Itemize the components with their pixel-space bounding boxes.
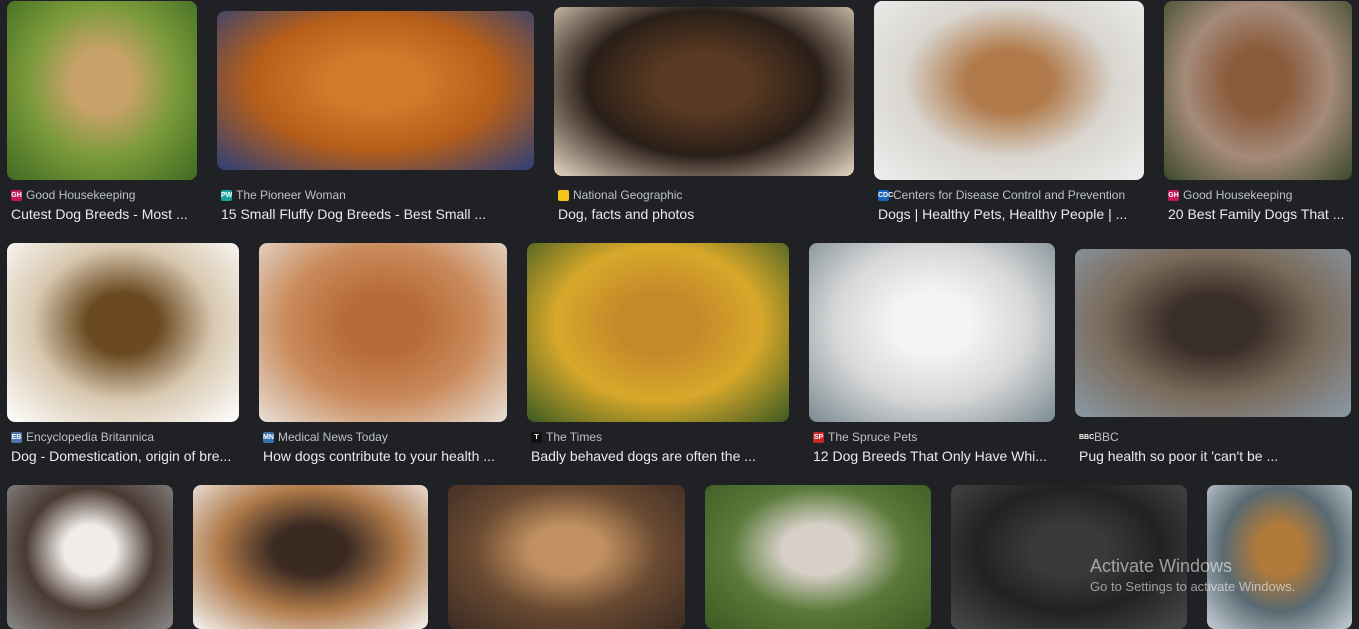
result-source-name: Good Housekeeping (26, 188, 136, 202)
result-source-name: The Pioneer Woman (236, 188, 346, 202)
result-thumbnail[interactable] (7, 485, 173, 629)
result-source[interactable]: BBC BBC (1079, 430, 1119, 444)
result-title-link[interactable]: 20 Best Family Dogs That ... (1168, 206, 1348, 222)
result-title-link[interactable]: Dog - Domestication, origin of bre... (11, 448, 235, 464)
result-title-link[interactable]: Badly behaved dogs are often the ... (531, 448, 785, 464)
site-favicon-icon: SP (813, 431, 824, 443)
result-title-link[interactable]: 15 Small Fluffy Dog Breeds - Best Small … (221, 206, 530, 222)
result-thumbnail[interactable] (259, 243, 507, 422)
result-source-name: Medical News Today (278, 430, 388, 444)
result-source[interactable]: CDC Centers for Disease Control and Preve… (878, 188, 1125, 202)
result-thumbnail[interactable] (527, 243, 789, 422)
result-source[interactable]: T The Times (531, 430, 602, 444)
watermark-subtitle: Go to Settings to activate Windows. (1090, 579, 1296, 594)
result-thumbnail[interactable] (554, 7, 854, 176)
result-title-link[interactable]: 12 Dog Breeds That Only Have Whi... (813, 448, 1051, 464)
result-thumbnail[interactable] (1075, 249, 1351, 417)
site-favicon-icon: GH (1168, 189, 1179, 201)
site-favicon-icon: BBC (1079, 431, 1095, 443)
result-source-name: The Times (546, 430, 603, 444)
result-thumbnail[interactable] (874, 1, 1144, 180)
result-source[interactable]: MN Medical News Today (263, 430, 388, 444)
site-favicon-icon: MN (263, 431, 274, 443)
result-thumbnail[interactable] (809, 243, 1055, 422)
site-favicon-icon: PW (221, 189, 233, 201)
site-favicon-icon: EB (11, 431, 22, 443)
result-source-name: Encyclopedia Britannica (26, 430, 155, 444)
result-source[interactable]: GH Good Housekeeping (11, 188, 135, 202)
result-source[interactable]: EB Encyclopedia Britannica (11, 430, 154, 444)
site-favicon-icon: T (531, 431, 542, 443)
result-thumbnail[interactable] (217, 11, 534, 170)
site-favicon-icon: CDC (878, 189, 894, 201)
site-favicon-icon (558, 189, 569, 201)
result-title-link[interactable]: Cutest Dog Breeds - Most ... (11, 206, 193, 222)
result-title-link[interactable]: Dog, facts and photos (558, 206, 850, 222)
result-source-name: The Spruce Pets (828, 430, 918, 444)
watermark-title: Activate Windows (1090, 556, 1233, 576)
result-source[interactable]: SP The Spruce Pets (813, 430, 917, 444)
result-source-name: Centers for Disease Control and Preventi… (893, 188, 1126, 202)
result-thumbnail[interactable] (448, 485, 685, 629)
result-source-name: Good Housekeeping (1183, 188, 1293, 202)
result-thumbnail[interactable] (193, 485, 428, 629)
result-thumbnail[interactable] (7, 1, 197, 180)
result-source[interactable]: GH Good Housekeeping (1168, 188, 1292, 202)
result-thumbnail[interactable] (1164, 1, 1352, 180)
activate-windows-watermark: Activate Windows Go to Settings to activ… (1090, 556, 1295, 594)
result-source[interactable]: PW The Pioneer Woman (221, 188, 346, 202)
result-thumbnail[interactable] (705, 485, 931, 629)
result-title-link[interactable]: Pug health so poor it 'can't be ... (1079, 448, 1347, 464)
result-source-name: BBC (1094, 430, 1119, 444)
result-source[interactable]: National Geographic (558, 188, 682, 202)
result-thumbnail[interactable] (7, 243, 239, 422)
result-source-name: National Geographic (573, 188, 683, 202)
site-favicon-icon: GH (11, 189, 22, 201)
result-title-link[interactable]: Dogs | Healthy Pets, Healthy People | ..… (878, 206, 1140, 222)
result-title-link[interactable]: How dogs contribute to your health ... (263, 448, 503, 464)
